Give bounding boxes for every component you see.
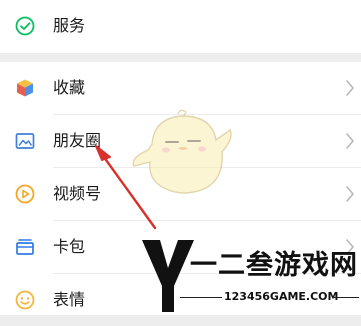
menu-item-label: 表情	[53, 290, 86, 309]
services-icon	[15, 16, 35, 36]
watermark-y-logo	[142, 240, 194, 312]
moments-photo-icon	[15, 133, 35, 149]
watermark-rule-right	[332, 297, 359, 298]
menu-item-label: 收藏	[53, 78, 86, 97]
watermark-url: 123456GAME.COM	[224, 290, 339, 303]
menu-item-favorites[interactable]: 收藏	[0, 62, 361, 114]
watermark-title: 一二叁游戏网	[190, 250, 358, 281]
channels-icon	[15, 184, 35, 204]
chevron-right-icon	[346, 186, 354, 202]
card-wallet-icon	[16, 239, 34, 255]
site-watermark: 一二叁游戏网 123456GAME.COM	[140, 238, 361, 315]
chevron-right-icon	[346, 80, 354, 96]
menu-item-label: 卡包	[53, 237, 86, 256]
chick-mascot-image	[132, 109, 232, 194]
menu-item-services[interactable]: 服务	[0, 0, 361, 52]
menu-item-label: 视频号	[53, 184, 102, 203]
services-group: 服务	[0, 0, 361, 53]
sticker-smile-icon	[15, 290, 35, 310]
favorites-cube-icon	[17, 79, 33, 97]
menu-item-label: 朋友圈	[53, 131, 102, 150]
chevron-right-icon	[346, 133, 354, 149]
watermark-rule-left	[180, 297, 222, 298]
menu-item-label: 服务	[53, 16, 86, 35]
